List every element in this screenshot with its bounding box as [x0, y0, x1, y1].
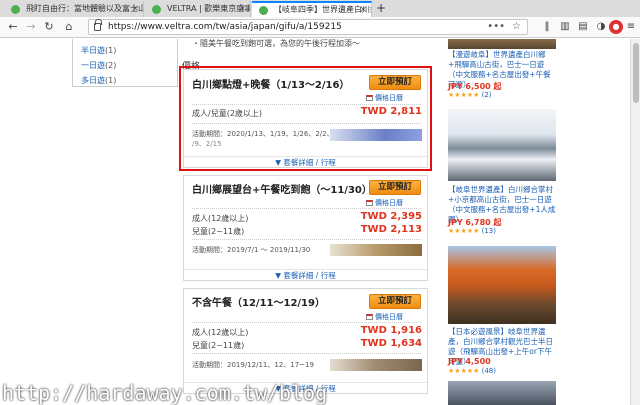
- new-tab-button[interactable]: +: [374, 1, 388, 16]
- close-icon[interactable]: ×: [359, 3, 367, 17]
- highlight-box: [179, 66, 432, 171]
- plan-thumbnail: [330, 359, 422, 371]
- duration-menu: 半日遊(1) 一日遊(2) 多日遊(1): [72, 39, 178, 87]
- divider: [192, 353, 421, 354]
- price-row: 成人(12歲以上) TWD 2,395: [192, 211, 422, 224]
- pocket-icon[interactable]: ◑: [594, 20, 608, 34]
- price-value: TWD 1,916: [360, 325, 422, 336]
- close-icon[interactable]: ×: [131, 1, 139, 17]
- price-row: 兒童(2~11歲) TWD 1,634: [192, 338, 422, 351]
- calendar-icon: [366, 200, 373, 206]
- tab-favicon-icon: [152, 5, 161, 14]
- tab-bar: 飛盯自由行：當地體驗以及富士山 × VELTRA | 歡樂東京盛事 百萬... …: [0, 0, 640, 17]
- tour-rating: ★★★★★ (48): [448, 367, 496, 375]
- plan-thumbnail: [330, 244, 422, 256]
- watermark: http://hardaway.com.tw/blog: [2, 381, 328, 405]
- tab-label: 飛盯自由行：當地體驗以及富士山: [26, 4, 144, 13]
- price-value: TWD 2,113: [360, 224, 422, 235]
- page-scrollbar[interactable]: [630, 39, 640, 405]
- page-actions-icon[interactable]: •••: [487, 20, 505, 33]
- close-icon[interactable]: ×: [238, 1, 246, 17]
- price-row: 成人(12歲以上) TWD 1,916: [192, 325, 422, 338]
- forward-icon[interactable]: →: [24, 20, 38, 34]
- menu-icon[interactable]: ≡: [624, 20, 638, 34]
- menu-item-half-day[interactable]: 半日遊(1): [81, 45, 116, 56]
- divider: [192, 208, 421, 209]
- price-value: TWD 2,395: [360, 211, 422, 222]
- tour-thumbnail[interactable]: [448, 109, 556, 181]
- reload-icon[interactable]: ↻: [42, 20, 56, 34]
- tab-3-active[interactable]: 【岐阜四季】世界遺產白川鄉... ×: [252, 1, 372, 17]
- library-icon[interactable]: ‖: [540, 20, 554, 34]
- tab-label: 【岐阜四季】世界遺產白川鄉...: [274, 5, 371, 14]
- tab-2[interactable]: VELTRA | 歡樂東京盛事 百萬... ×: [145, 1, 251, 17]
- nav-bar: ← → ↻ ⌂ https://www.veltra.com/tw/asia/j…: [0, 17, 640, 38]
- book-now-button[interactable]: 立即預訂: [369, 294, 421, 309]
- price-label: 成人(12歲以上): [192, 214, 249, 223]
- book-now-button[interactable]: 立即預訂: [369, 180, 421, 195]
- url-text[interactable]: https://www.veltra.com/tw/asia/japan/gif…: [108, 21, 342, 34]
- price-row: 兒童(2~11歲) TWD 2,113: [192, 224, 422, 237]
- tab-favicon-icon: [11, 5, 20, 14]
- reader-icon[interactable]: ▤: [576, 20, 590, 34]
- divider: [192, 322, 421, 323]
- home-icon[interactable]: ⌂: [62, 20, 76, 34]
- plan-card-3: 不含午餐（12/11～12/19） 立即預訂 價格日曆 成人(12歲以上) TW…: [183, 288, 428, 394]
- lock-icon: [94, 19, 102, 31]
- bookmark-star-icon[interactable]: ☆: [512, 20, 521, 34]
- price-value: TWD 1,634: [360, 338, 422, 349]
- scrollbar-thumb[interactable]: [633, 43, 639, 103]
- price-calendar-link[interactable]: 價格日曆: [366, 312, 403, 322]
- plan-title: 不含午餐（12/11～12/19）: [192, 298, 325, 309]
- page-content: 半日遊(1) 一日遊(2) 多日遊(1) ・隨美午餐吃到飽可選，為您的午後行程加…: [0, 39, 640, 405]
- tour-rating: ★★★★★ (2): [448, 91, 492, 99]
- sidebar-icon[interactable]: ▥: [558, 20, 572, 34]
- tour-rating: ★★★★★ (13): [448, 227, 496, 235]
- plan-card-2: 白川鄉展望台+午餐吃到飽（～11/30） 立即預訂 價格日曆 成人(12歲以上)…: [183, 175, 428, 281]
- plan-title: 白川鄉展望台+午餐吃到飽（～11/30）: [192, 185, 372, 196]
- activity-period: 活動期間：2019/12/11、12、17~19: [192, 361, 314, 369]
- tour-price: JPY 4,500: [448, 357, 491, 366]
- tab-1[interactable]: 飛盯自由行：當地體驗以及富士山 ×: [4, 1, 144, 17]
- tour-thumbnail[interactable]: [448, 246, 556, 324]
- calendar-icon: [366, 314, 373, 320]
- price-label: 兒童(2~11歲): [192, 227, 245, 236]
- plan-detail-link[interactable]: ▼ 套餐詳細 / 行程: [184, 269, 427, 281]
- extension-icon[interactable]: ●: [609, 20, 623, 34]
- tour-thumbnail[interactable]: [448, 39, 556, 49]
- intro-text: ・隨美午餐吃到飽可選，為您的午後行程加添～: [192, 39, 360, 48]
- price-calendar-link[interactable]: 價格日曆: [366, 198, 403, 208]
- price-label: 成人(12歲以上): [192, 328, 249, 337]
- tab-favicon-icon: [259, 6, 268, 15]
- divider: [192, 239, 421, 240]
- back-icon[interactable]: ←: [6, 20, 20, 34]
- menu-item-one-day[interactable]: 一日遊(2): [81, 60, 116, 71]
- price-label: 兒童(2~11歲): [192, 341, 245, 350]
- menu-item-multi-day[interactable]: 多日遊(1): [81, 75, 116, 86]
- activity-period: 活動期間：2019/7/1 ～ 2019/11/30: [192, 246, 311, 254]
- address-bar[interactable]: https://www.veltra.com/tw/asia/japan/gif…: [88, 19, 528, 35]
